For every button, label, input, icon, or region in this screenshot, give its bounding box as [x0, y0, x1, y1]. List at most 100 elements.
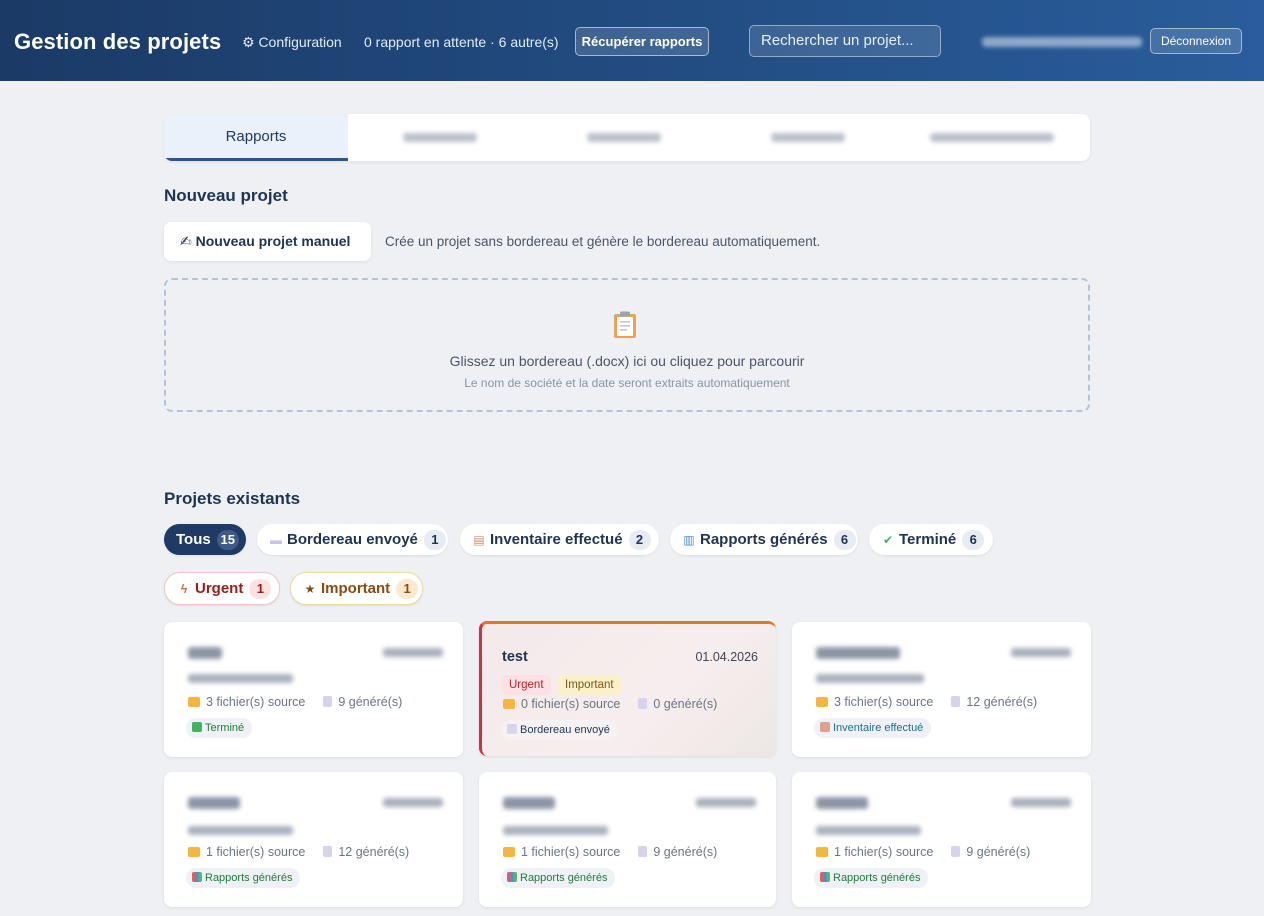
project-card-featured[interactable]: test 01.04.2026 Urgent Important 0 fichi…	[479, 621, 776, 756]
tab-2[interactable]	[348, 114, 532, 161]
search-input[interactable]: Rechercher un projet...	[749, 25, 941, 57]
check-icon: ✔	[882, 533, 894, 547]
folder-icon	[816, 847, 828, 857]
filter-count: 6	[962, 530, 985, 550]
filter-label: Important	[321, 580, 391, 597]
manual-project-description: Crée un projet sans bordereau et génère …	[385, 234, 821, 249]
project-card[interactable]: 1 fichier(s) source 9 généré(s) Rapports …	[792, 772, 1091, 907]
clipboard-icon	[614, 311, 636, 338]
status-label: Rapports générés	[520, 872, 608, 884]
dropzone-title: Glissez un bordereau (.docx) ici ou cliq…	[449, 353, 805, 369]
folder-icon	[188, 847, 200, 857]
document-icon	[951, 696, 961, 707]
status-label: Rapports générés	[205, 872, 293, 884]
source-count: 1 fichier(s) source	[206, 845, 306, 859]
source-count: 1 fichier(s) source	[834, 845, 934, 859]
project-date	[383, 648, 443, 657]
new-project-title: Nouveau projet	[164, 186, 288, 205]
folder-icon	[503, 847, 515, 857]
envelope-icon: ▬	[270, 533, 282, 547]
filter-count: 1	[396, 579, 419, 599]
filter-count: 15	[216, 530, 239, 550]
filter-termine[interactable]: ✔ Terminé 6	[869, 524, 993, 555]
status-label: Bordereau envoyé	[520, 724, 610, 736]
document-icon	[638, 846, 648, 857]
status-badge: Inventaire effectué	[814, 718, 932, 738]
project-card[interactable]: 1 fichier(s) source 9 généré(s) Rapports …	[479, 772, 776, 907]
chart-icon	[820, 872, 830, 882]
project-meta: 1 fichier(s) source 12 généré(s)	[188, 845, 409, 859]
clipboard-icon: ▤	[473, 533, 485, 547]
project-subtitle	[188, 674, 293, 683]
bordereau-dropzone[interactable]: Glissez un bordereau (.docx) ici ou cliq…	[164, 278, 1090, 412]
status-badge: Rapports générés	[814, 868, 929, 888]
tab-4[interactable]	[716, 114, 900, 161]
tab-rapports[interactable]: Rapports	[164, 114, 348, 161]
filter-count: 2	[628, 530, 651, 550]
project-subtitle	[503, 826, 608, 835]
filter-inventaire-effectue[interactable]: ▤ Inventaire effectué 2	[460, 524, 659, 555]
chart-icon	[507, 872, 517, 882]
pending-status: 0 rapport en attente · 6 autre(s)	[364, 34, 559, 50]
filter-rapports-generes[interactable]: ▥ Rapports générés 6	[670, 524, 858, 555]
configuration-link[interactable]: ⚙ Configuration	[242, 34, 342, 51]
project-meta: 0 fichier(s) source 0 généré(s)	[503, 697, 717, 711]
project-meta: 1 fichier(s) source 9 généré(s)	[816, 845, 1030, 859]
chart-icon: ▥	[683, 533, 695, 547]
project-meta: 3 fichier(s) source 9 généré(s)	[188, 695, 402, 709]
project-date	[696, 798, 756, 807]
generated-count: 9 généré(s)	[338, 695, 403, 709]
status-label: Rapports générés	[833, 872, 921, 884]
project-subtitle	[816, 826, 921, 835]
folder-icon	[188, 697, 200, 707]
status-label: Terminé	[205, 722, 245, 734]
status-badge: Bordereau envoyé	[501, 720, 618, 740]
important-tag: Important	[558, 675, 621, 695]
source-count: 3 fichier(s) source	[834, 695, 934, 709]
filter-bordereau-envoye[interactable]: ▬ Bordereau envoyé 1	[257, 524, 448, 555]
status-badge: Rapports générés	[186, 868, 301, 888]
filter-label: Tous	[176, 531, 211, 548]
filter-all[interactable]: Tous 15	[164, 524, 246, 555]
logout-button[interactable]: Déconnexion	[1150, 28, 1242, 54]
fetch-reports-button[interactable]: Récupérer rapports	[575, 27, 709, 56]
project-title	[816, 647, 900, 659]
new-manual-project-button[interactable]: ✍ Nouveau projet manuel	[164, 222, 371, 261]
filter-label: Inventaire effectué	[490, 531, 623, 548]
status-label: Inventaire effectué	[833, 722, 924, 734]
generated-count: 9 généré(s)	[653, 845, 718, 859]
filter-important[interactable]: ★ Important 1	[290, 572, 423, 605]
project-meta: 3 fichier(s) source 12 généré(s)	[816, 695, 1037, 709]
project-card[interactable]: 3 fichier(s) source 12 généré(s) Inventai…	[792, 622, 1091, 757]
project-subtitle	[188, 826, 293, 835]
tab-3[interactable]	[532, 114, 716, 161]
project-title	[816, 797, 868, 809]
filter-urgent[interactable]: ϟ Urgent 1	[164, 572, 280, 605]
project-card[interactable]: 3 fichier(s) source 9 généré(s) Terminé	[164, 622, 463, 757]
folder-icon	[816, 697, 828, 707]
source-count: 0 fichier(s) source	[521, 697, 621, 711]
document-icon	[951, 846, 961, 857]
filter-label: Rapports générés	[700, 531, 828, 548]
generated-count: 12 généré(s)	[338, 845, 410, 859]
generated-count: 0 généré(s)	[653, 697, 718, 711]
source-count: 3 fichier(s) source	[206, 695, 306, 709]
filter-count: 1	[249, 579, 272, 599]
filter-count: 1	[423, 530, 446, 550]
filter-label: Urgent	[195, 580, 244, 597]
filter-label: Terminé	[899, 531, 957, 548]
project-title	[188, 797, 240, 809]
app-title: Gestion des projets	[14, 29, 222, 54]
generated-count: 9 généré(s)	[966, 845, 1031, 859]
check-icon	[192, 722, 202, 732]
project-card[interactable]: 1 fichier(s) source 12 généré(s) Rapports…	[164, 772, 463, 907]
project-date	[1011, 798, 1071, 807]
lightning-icon: ϟ	[180, 582, 188, 596]
document-icon	[323, 696, 333, 707]
clipboard-icon	[820, 722, 830, 732]
tab-5[interactable]	[900, 114, 1084, 161]
envelope-icon	[507, 724, 517, 734]
document-icon	[638, 698, 648, 709]
project-date	[1011, 648, 1071, 657]
dropzone-subtitle: Le nom de société et la date seront extr…	[464, 376, 790, 390]
